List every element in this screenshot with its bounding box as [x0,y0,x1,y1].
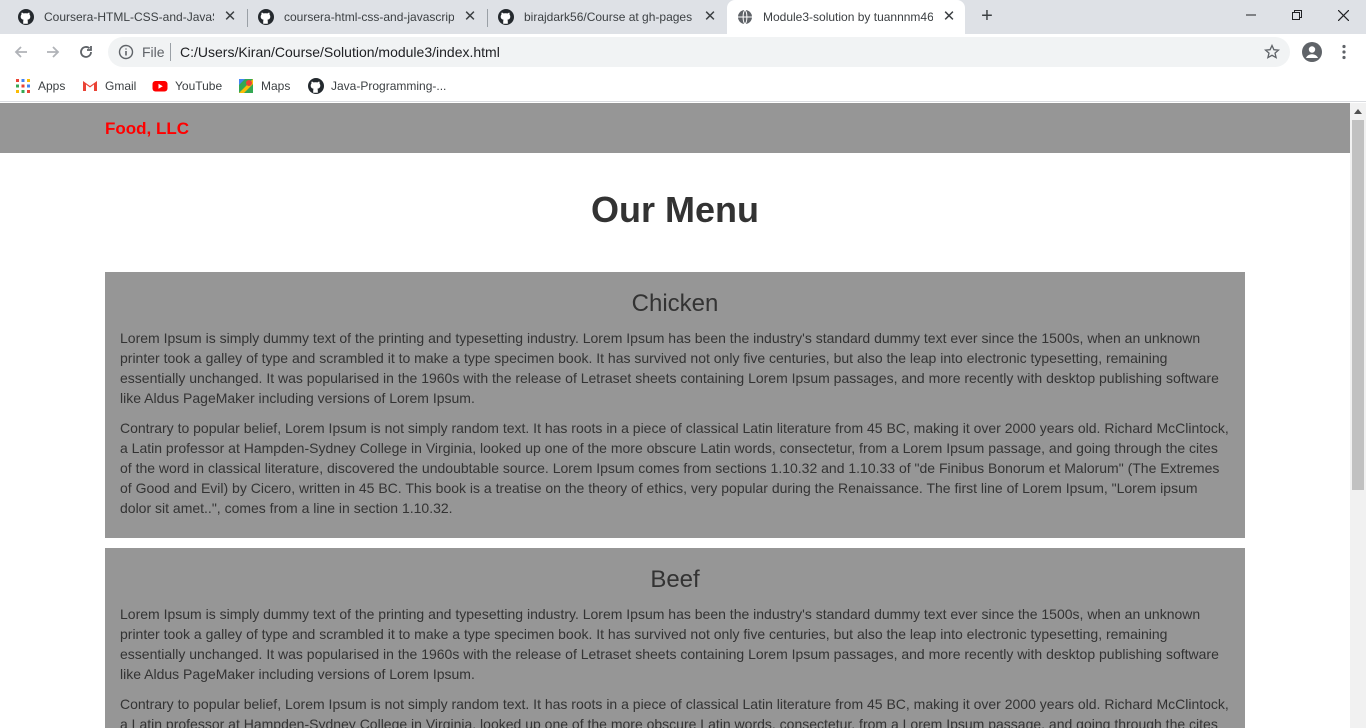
scroll-up-button[interactable] [1350,103,1366,119]
tab-title: coursera-html-css-and-javascript [284,10,454,24]
account-icon [1302,42,1322,62]
brand-name: Food, LLC [105,119,190,138]
close-window-button[interactable] [1320,0,1366,30]
new-tab-button[interactable]: + [976,6,998,28]
section-paragraph: Lorem Ipsum is simply dummy text of the … [120,606,1219,682]
address-scheme: File [142,44,165,60]
gmail-icon [83,81,97,91]
bookmark-label: Maps [261,79,291,93]
bookmark-gmail[interactable]: Gmail [82,76,136,96]
maps-icon [239,79,253,93]
section-paragraph: Lorem Ipsum is simply dummy text of the … [120,330,1219,406]
address-url[interactable]: C:/Users/Kiran/Course/Solution/module3/i… [180,44,500,60]
section-title: Chicken [631,290,719,317]
tab-title: birajdark56/Course at gh-pages [524,10,693,24]
bookmark-label: YouTube [175,79,223,93]
apps-grid-icon [16,79,30,93]
arrow-left-icon [14,46,27,58]
minimize-button[interactable] [1228,0,1274,30]
tab-strip: Coursera-HTML-CSS-and-JavaScript ✕ cours… [0,0,1366,34]
bookmark-label: Gmail [105,79,137,93]
github-icon [308,78,324,94]
github-icon [498,9,514,25]
restore-icon [1292,10,1302,20]
page-viewport: Food, LLC Our Menu Chicken Lorem Ipsum i… [0,103,1366,728]
section-paragraph: Contrary to popular belief, Lorem Ipsum … [120,696,1229,728]
bookmark-java-programming[interactable]: Java-Programming-... [308,76,446,96]
scrollbar-thumb[interactable] [1352,120,1364,490]
tab-close-button[interactable]: ✕ [702,9,718,25]
menu-section-chicken: Chicken Lorem Ipsum is simply dummy text… [105,272,1245,538]
bookmark-label: Apps [38,79,66,93]
tab-close-button[interactable]: ✕ [462,9,478,25]
caret-up-icon [1354,108,1362,114]
github-icon [258,9,274,25]
globe-icon [738,9,752,25]
minimize-icon [1246,14,1256,16]
more-vertical-icon [1342,44,1346,60]
tab-close-button[interactable]: ✕ [222,9,238,25]
reload-button[interactable] [74,40,98,64]
vertical-scrollbar[interactable] [1350,103,1366,728]
site-header: Food, LLC [0,103,1350,153]
close-icon [1337,9,1349,21]
menu-button[interactable] [1332,40,1356,64]
star-icon[interactable] [1264,44,1280,60]
tab-module3-solution[interactable]: Module3-solution by tuannnm46 ✕ [727,0,965,34]
arrow-right-icon [47,46,60,58]
browser-toolbar: File C:/Users/Kiran/Course/Solution/modu… [0,34,1366,70]
bookmarks-bar: Apps Gmail YouTube Maps Java-Programming… [0,70,1366,102]
address-bar[interactable]: File C:/Users/Kiran/Course/Solution/modu… [108,37,1290,67]
tab-close-button[interactable]: ✕ [941,9,957,25]
section-paragraph: Contrary to popular belief, Lorem Ipsum … [120,420,1229,516]
tab-title: Module3-solution by tuannnm46 [763,10,933,24]
tab-coursera-html-css-and-javascript-repo[interactable]: coursera-html-css-and-javascript ✕ [248,0,486,34]
info-icon[interactable] [118,44,134,60]
section-title: Beef [650,566,700,593]
tab-birajdark56-course[interactable]: birajdark56/Course at gh-pages ✕ [488,0,726,34]
tab-title: Coursera-HTML-CSS-and-JavaScript [44,10,214,24]
restore-button[interactable] [1274,0,1320,30]
reload-icon [80,46,92,58]
tab-coursera-html-css-and-javascript[interactable]: Coursera-HTML-CSS-and-JavaScript ✕ [8,0,246,34]
page-title: Our Menu [591,189,759,230]
bookmark-maps[interactable]: Maps [238,76,290,96]
profile-button[interactable] [1300,40,1324,64]
address-separator [170,43,171,61]
menu-section-beef: Beef Lorem Ipsum is simply dummy text of… [105,548,1245,728]
youtube-icon [152,81,168,92]
back-button[interactable] [9,40,33,64]
forward-button[interactable] [41,40,65,64]
bookmark-label: Java-Programming-... [331,79,447,93]
github-icon [18,9,34,25]
bookmark-youtube[interactable]: YouTube [152,76,222,96]
bookmark-apps[interactable]: Apps [15,76,65,96]
